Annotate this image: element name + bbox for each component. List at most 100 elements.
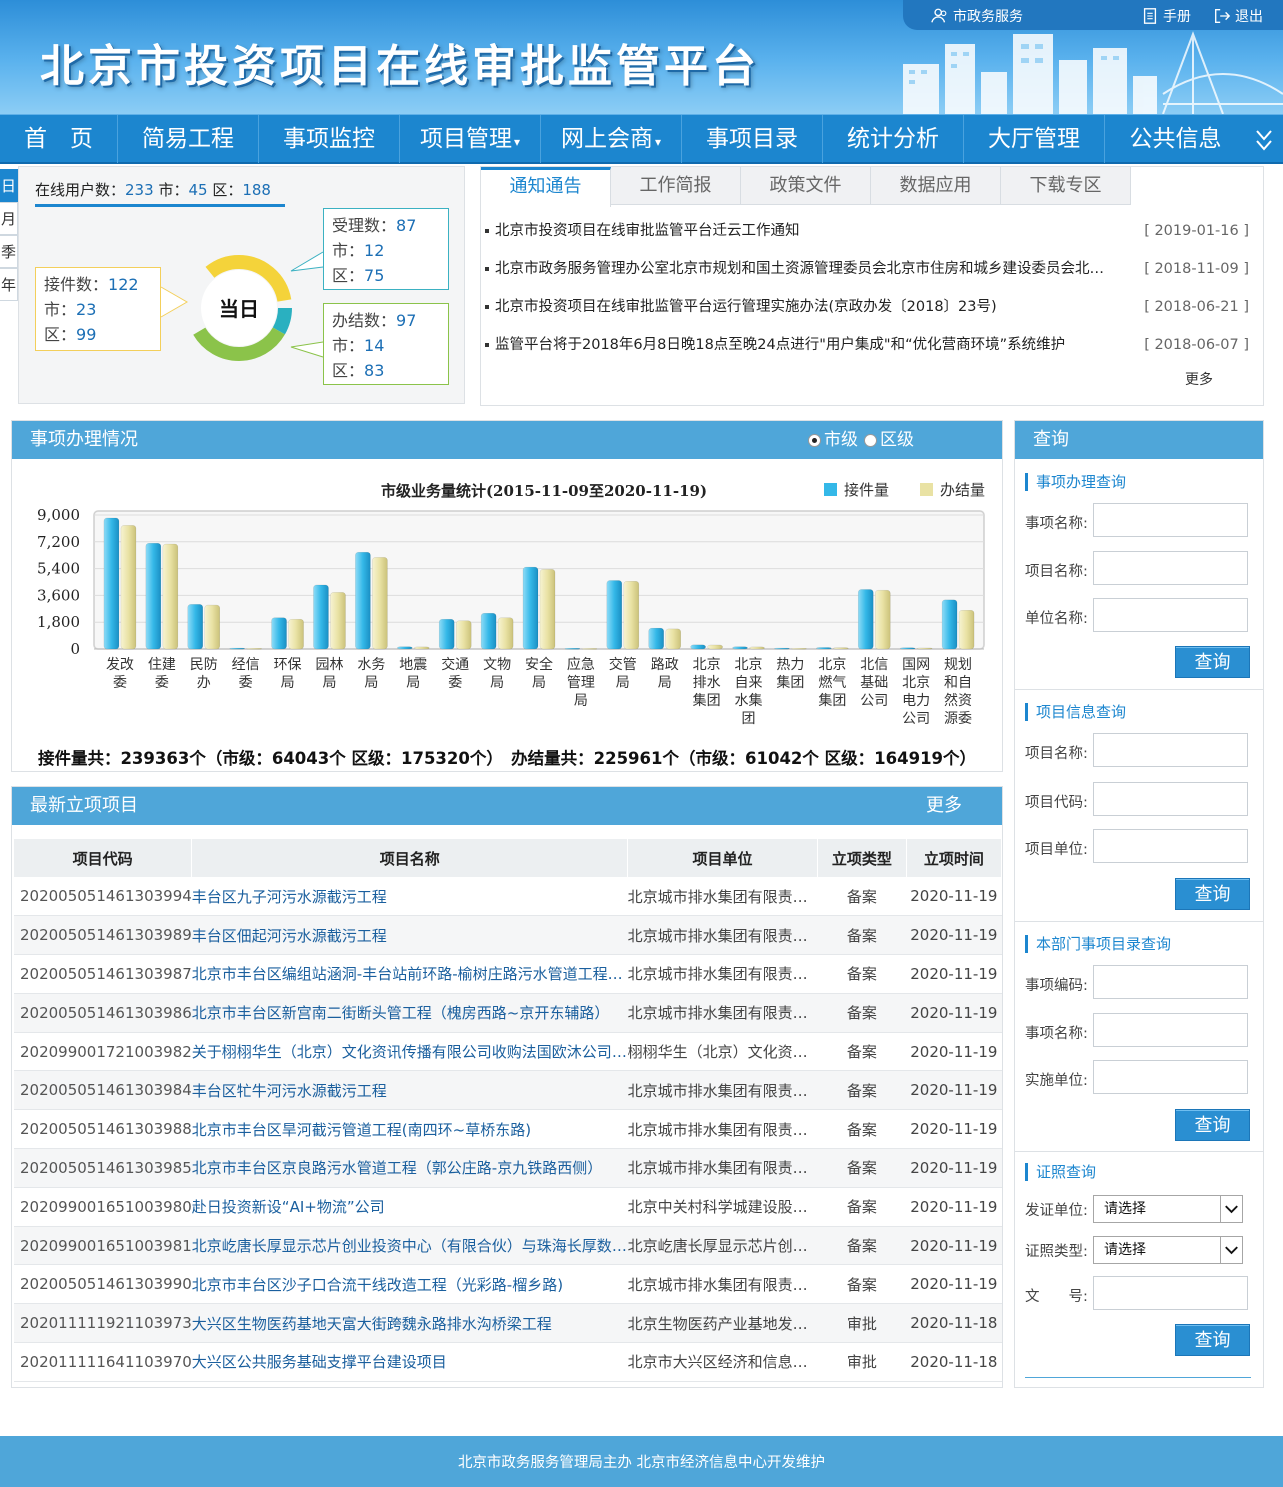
project-name-input[interactable]: [1093, 733, 1248, 767]
notice-date: [ 2018-06-07 ]: [1144, 337, 1249, 353]
field-label: 事项名称:: [1025, 1026, 1088, 1042]
project-name-link[interactable]: 关于栩栩华生（北京）文化资讯传播有限公司收购法国欧沐公司项目: [191, 1032, 628, 1072]
nav-item-statistics[interactable]: 统计分析: [823, 115, 964, 163]
cert-query-button[interactable]: 查询: [1175, 1324, 1250, 1356]
nav-item-project-mgmt[interactable]: 项目管理 ▾: [400, 115, 541, 163]
y-tick-label: 1,800: [37, 613, 80, 631]
nav-item-online-consult[interactable]: 网上会商 ▾: [541, 115, 682, 163]
item-query-button[interactable]: 查询: [1175, 646, 1250, 678]
x-tick-label: 办: [197, 675, 211, 691]
list-item[interactable]: 北京市投资项目在线审批监管平台运行管理实施办法(京政办发〔2018〕23号) [ …: [485, 293, 1249, 331]
project-name-link[interactable]: 大兴区生物医药基地天富大街跨魏永路排水沟桥梁工程: [191, 1303, 628, 1344]
notice-more-link[interactable]: 更多: [1185, 369, 1213, 389]
field-label: 文 号:: [1025, 1289, 1088, 1305]
notice-title[interactable]: 北京市政务服务管理办公室北京市规划和国土资源管理委员会北京市住房和城乡建设委员会…: [495, 255, 1115, 283]
project-date-cell: 2020-11-19: [906, 1187, 1002, 1227]
x-tick-label: 北信: [860, 657, 888, 673]
project-code-cell: 202005051461303984: [14, 1070, 192, 1111]
period-tab-month[interactable]: 月: [0, 202, 18, 235]
project-name-link[interactable]: 北京市丰台区编组站涵洞-丰台站前环路-榆树庄路污水管道工程项目: [191, 954, 628, 994]
logout-icon: [1215, 9, 1231, 23]
field-label: 项目名称:: [1025, 564, 1088, 580]
bar: [623, 581, 640, 650]
project-name-link[interactable]: 丰台区九子河污水源截污工程: [191, 877, 628, 917]
x-tick-label: 应急: [567, 656, 595, 673]
tab-data-apps[interactable]: 数据应用: [871, 167, 1001, 205]
nav-item-simple-projects[interactable]: 简易工程: [118, 115, 259, 163]
radio-district-level[interactable]: 区级: [864, 421, 914, 459]
tab-downloads[interactable]: 下载专区: [1001, 167, 1131, 205]
query-group-title: 本部门事项目录查询: [1025, 935, 1253, 953]
catalog-query-button[interactable]: 查询: [1175, 1109, 1250, 1141]
period-tab-day[interactable]: 日: [0, 169, 18, 202]
cert-type-select[interactable]: 请选择: [1093, 1236, 1243, 1264]
nav-item-public-info[interactable]: 公共信息: [1105, 115, 1246, 163]
users-icon: [931, 8, 947, 23]
completed-count-box: 办结数：97 市：14 区：83: [323, 303, 449, 385]
unit-name-input[interactable]: [1093, 598, 1248, 632]
project-name-input[interactable]: [1093, 551, 1248, 585]
tab-policy-docs[interactable]: 政策文件: [741, 167, 871, 205]
project-name-link[interactable]: 北京市丰台区旱河截污管道工程(南四环~草桥东路): [191, 1109, 628, 1150]
project-name-link[interactable]: 丰台区佃起河污水源截污工程: [191, 915, 628, 956]
item-code-input[interactable]: [1093, 965, 1248, 999]
project-type-cell: 备案: [817, 1187, 907, 1227]
field-label: 实施单位:: [1025, 1073, 1088, 1089]
bullet-icon: [485, 343, 489, 347]
project-name-link[interactable]: 丰台区牤牛河污水源截污工程: [191, 1070, 628, 1111]
list-item[interactable]: 北京市投资项目在线审批监管平台迁云工作通知 [ 2019-01-16 ]: [485, 217, 1249, 255]
doc-number-input[interactable]: [1093, 1276, 1248, 1310]
project-name-link[interactable]: 大兴区公共服务基础支撑平台建设项目: [191, 1342, 628, 1382]
x-tick-label: 局: [322, 675, 336, 691]
period-tab-quarter[interactable]: 季: [0, 235, 18, 268]
gov-service-link[interactable]: 市政务服务: [931, 6, 1023, 26]
bar: [874, 589, 891, 650]
section-header: 事项办理情况 市级 区级: [12, 421, 1002, 459]
bar: [288, 618, 304, 650]
column-header: 立项类型: [817, 839, 907, 877]
project-name-link[interactable]: 北京市丰台区新宫南二街断头管工程（槐房西路~京开东辅路）: [191, 993, 628, 1033]
project-date-cell: 2020-11-19: [906, 915, 1002, 956]
bar: [732, 646, 748, 650]
x-tick-label: 局: [364, 675, 378, 691]
item-name-input[interactable]: [1093, 503, 1248, 537]
project-name-link[interactable]: 北京市丰台区京良路污水管道工程（郭公庄路-京九铁路西侧）: [191, 1148, 628, 1188]
projects-more-link[interactable]: 更多: [926, 787, 962, 825]
bar: [355, 551, 371, 650]
query-group-title: 证照查询: [1025, 1163, 1253, 1181]
notice-title[interactable]: 监管平台将于2018年6月8日晚18点至晚24点进行"用户集成"和“优化营商环境…: [495, 331, 1115, 359]
logout-link[interactable]: 退出: [1213, 6, 1263, 26]
tab-notices[interactable]: 通知通告: [481, 167, 611, 207]
nav-item-hall-mgmt[interactable]: 大厅管理: [964, 115, 1105, 163]
project-query-button[interactable]: 查询: [1175, 878, 1250, 910]
bar: [480, 613, 497, 650]
list-item[interactable]: 监管平台将于2018年6月8日晚18点至晚24点进行"用户集成"和“优化营商环境…: [485, 331, 1249, 369]
notice-title[interactable]: 北京市投资项目在线审批监管平台运行管理实施办法(京政办发〔2018〕23号): [495, 293, 1115, 321]
issuer-select[interactable]: 请选择: [1093, 1195, 1243, 1223]
project-date-cell: 2020-11-18: [906, 1342, 1002, 1382]
list-item[interactable]: 北京市政务服务管理办公室北京市规划和国土资源管理委员会北京市住房和城乡建设委员会…: [485, 255, 1249, 293]
item-name-input[interactable]: [1093, 1013, 1248, 1047]
project-name-link[interactable]: 赴日投资新设“AI+物流”公司: [191, 1187, 628, 1227]
chevron-down-icon: [1220, 1196, 1238, 1222]
project-name-link[interactable]: 北京屹唐长厚显示芯片创业投资中心（有限合伙）与珠海长厚数码科技有限公司: [191, 1226, 628, 1266]
notice-title[interactable]: 北京市投资项目在线审批监管平台迁云工作通知: [495, 217, 1115, 245]
project-code-input[interactable]: [1093, 782, 1248, 816]
nav-item-home[interactable]: 首 页: [0, 115, 118, 163]
x-tick-label: 经信: [232, 657, 260, 673]
project-name-link[interactable]: 北京市丰台区沙子口合流干线改造工程（光彩路-榴乡路): [191, 1264, 628, 1305]
project-unit-cell: 北京市大兴区经济和信息化局: [627, 1342, 818, 1382]
nav-item-item-monitor[interactable]: 事项监控: [259, 115, 400, 163]
project-unit-input[interactable]: [1093, 829, 1248, 863]
double-chevron-down-icon[interactable]: [1249, 115, 1279, 163]
tab-work-briefs[interactable]: 工作简报: [611, 167, 741, 205]
table-row: 202011111921103973 大兴区生物医药基地天富大街跨魏永路排水沟桥梁…: [14, 1303, 1002, 1344]
period-tab-year[interactable]: 年: [0, 268, 18, 301]
y-tick-label: 5,400: [37, 560, 80, 578]
manual-link[interactable]: 手册: [1141, 6, 1191, 26]
nav-item-item-catalog[interactable]: 事项目录: [682, 115, 823, 163]
implementing-unit-input[interactable]: [1093, 1060, 1248, 1094]
radio-city-level[interactable]: 市级: [808, 421, 858, 459]
query-group-title: 事项办理查询: [1025, 473, 1253, 491]
item-query-group: 事项办理查询 事项名称: 项目名称: 单位名称: 查询: [1025, 473, 1253, 678]
